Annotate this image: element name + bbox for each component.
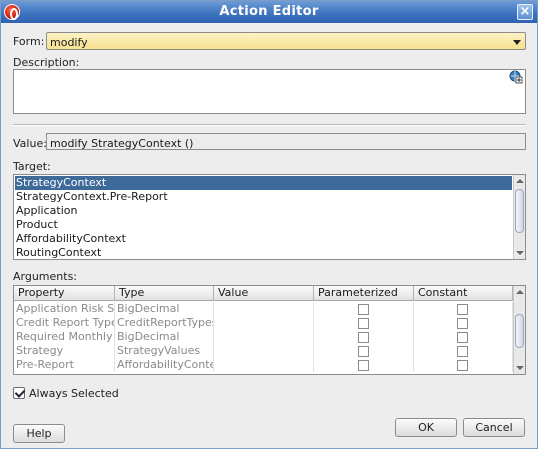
cell-property: Required Monthly ...	[14, 330, 115, 344]
close-icon[interactable]: ×	[517, 4, 533, 20]
col-type[interactable]: Type	[115, 286, 214, 301]
target-label: Target:	[13, 160, 51, 173]
target-item-strategycontext[interactable]: StrategyContext	[15, 176, 512, 190]
constant-checkbox[interactable]	[457, 332, 468, 343]
table-header: Property Type Value Parameterized Consta…	[14, 286, 513, 301]
always-selected-label[interactable]: Always Selected	[29, 387, 119, 400]
description-label: Description:	[13, 56, 80, 69]
cell-type: AffordabilityConte...	[115, 358, 214, 372]
scroll-up-icon[interactable]	[516, 290, 524, 294]
scroll-up-icon[interactable]	[516, 179, 524, 183]
scroll-thumb[interactable]	[515, 189, 524, 233]
value-field: modify StrategyContext ()	[46, 133, 526, 150]
cell-parameterized	[314, 344, 414, 358]
target-item-routingcontext[interactable]: RoutingContext	[15, 246, 512, 259]
target-item-affordabilitycontext[interactable]: AffordabilityContext	[15, 232, 512, 246]
cell-parameterized	[314, 316, 414, 330]
cell-parameterized	[314, 330, 414, 344]
cell-type: CreditReportTypes	[117, 316, 214, 330]
cell-property: Strategy	[14, 344, 115, 358]
cell-constant	[414, 330, 513, 344]
parameterized-checkbox[interactable]	[358, 332, 369, 343]
cell-value[interactable]	[214, 344, 314, 358]
cell-constant	[414, 302, 513, 316]
cell-value[interactable]	[214, 330, 314, 344]
value-label: Value:	[13, 137, 47, 150]
form-value: modify	[50, 36, 88, 49]
table-row[interactable]: Required Monthly ... BigDecimal	[14, 330, 513, 344]
form-label: Form:	[13, 35, 45, 48]
cell-type: StrategyValues	[115, 344, 214, 358]
table-row[interactable]: Credit Report Type CreditReportTypes	[14, 316, 513, 330]
always-selected-checkbox[interactable]	[13, 387, 25, 399]
target-item-strategycontext-pre-report[interactable]: StrategyContext.Pre-Report	[15, 190, 512, 204]
cell-constant	[414, 344, 513, 358]
parameterized-checkbox[interactable]	[358, 318, 369, 329]
cell-property: Application Risk S...	[16, 302, 115, 316]
table-row[interactable]: Application Risk S... BigDecimal	[14, 302, 513, 316]
chevron-down-icon[interactable]	[513, 40, 521, 45]
arguments-scrollbar[interactable]	[513, 286, 525, 374]
cell-value[interactable]	[214, 302, 314, 316]
dialog-title: Action Editor	[219, 4, 319, 19]
description-textarea[interactable]	[13, 69, 526, 114]
target-item-product[interactable]: Product	[15, 218, 512, 232]
cell-value[interactable]	[214, 316, 314, 330]
cell-value[interactable]	[214, 358, 314, 372]
constant-checkbox[interactable]	[457, 346, 468, 357]
scroll-down-icon[interactable]	[516, 251, 524, 255]
parameterized-checkbox[interactable]	[358, 304, 369, 315]
table-row[interactable]: Strategy StrategyValues	[14, 344, 513, 358]
value-text: modify StrategyContext ()	[50, 137, 194, 150]
ok-button[interactable]: OK	[395, 418, 457, 437]
col-parameterized[interactable]: Parameterized	[314, 286, 414, 301]
cell-property: Pre-Report	[14, 358, 115, 372]
constant-checkbox[interactable]	[457, 360, 468, 371]
table-row[interactable]: Pre-Report AffordabilityConte...	[14, 358, 513, 372]
help-button[interactable]: Help	[13, 424, 65, 443]
cell-type: BigDecimal	[115, 330, 214, 344]
col-property[interactable]: Property	[14, 286, 115, 301]
edit-globe-icon[interactable]	[509, 70, 523, 84]
parameterized-checkbox[interactable]	[358, 346, 369, 357]
parameterized-checkbox[interactable]	[358, 360, 369, 371]
target-list[interactable]: StrategyContext StrategyContext.Pre-Repo…	[13, 174, 526, 260]
cell-parameterized	[314, 358, 414, 372]
action-editor-dialog: Action Editor × Form: modify Description…	[0, 0, 538, 449]
target-item-application[interactable]: Application	[15, 204, 512, 218]
col-value[interactable]: Value	[214, 286, 314, 301]
scroll-down-icon[interactable]	[516, 366, 524, 370]
cell-constant	[414, 316, 513, 330]
target-scrollbar[interactable]	[513, 175, 525, 259]
cell-constant	[414, 358, 513, 372]
cell-property: Credit Report Type	[16, 316, 115, 330]
cell-type: BigDecimal	[115, 302, 214, 316]
title-bar[interactable]: Action Editor ×	[1, 1, 537, 23]
arguments-label: Arguments:	[13, 270, 78, 283]
constant-checkbox[interactable]	[457, 304, 468, 315]
col-constant[interactable]: Constant	[414, 286, 513, 301]
cancel-button[interactable]: Cancel	[463, 418, 525, 437]
separator	[13, 124, 526, 126]
form-combobox[interactable]: modify	[46, 32, 526, 50]
cell-parameterized	[314, 302, 414, 316]
arguments-table[interactable]: Property Type Value Parameterized Consta…	[13, 285, 526, 375]
scroll-thumb[interactable]	[515, 314, 524, 348]
constant-checkbox[interactable]	[457, 318, 468, 329]
